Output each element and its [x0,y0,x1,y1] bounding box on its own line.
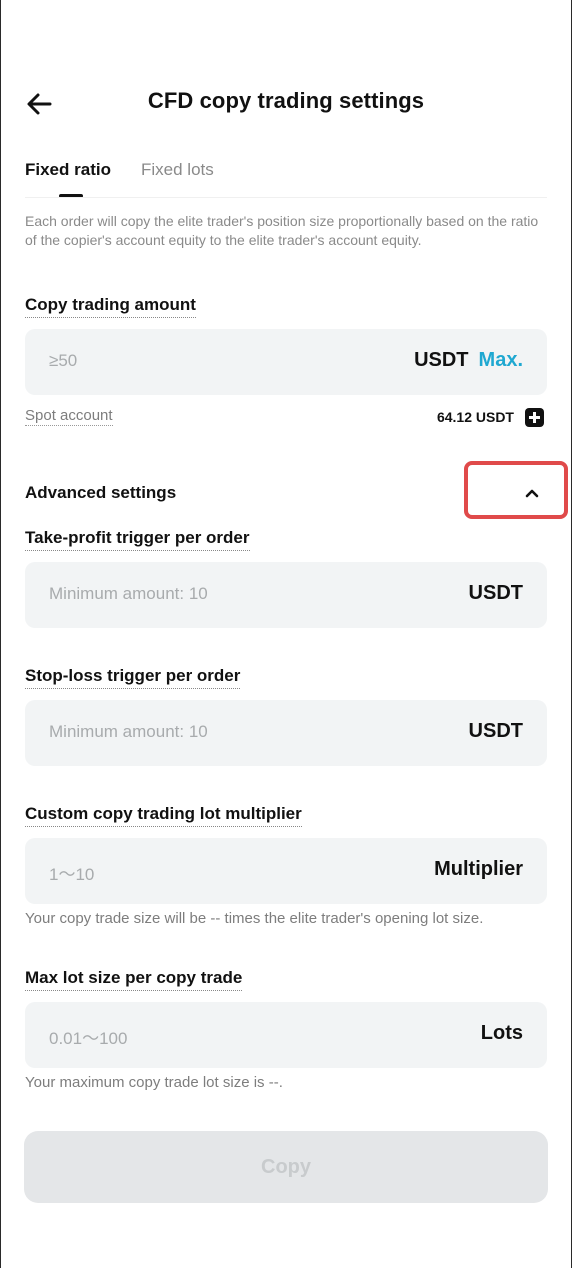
page-title: CFD copy trading settings [147,88,425,113]
copy-amount-unit-group: USDT Max. [414,349,523,372]
add-funds-plus-icon[interactable] [525,408,544,427]
lot-multiplier-label[interactable]: Custom copy trading lot multiplier [25,804,302,827]
lot-multiplier-placeholder: 1～10 [49,865,95,884]
take-profit-placeholder: Minimum amount: 10 [49,584,208,603]
take-profit-label[interactable]: Take-profit trigger per order [25,528,250,551]
header: CFD copy trading settings [0,78,572,130]
advanced-settings-label: Advanced settings [25,483,177,502]
max-button[interactable]: Max. [479,349,523,371]
stop-loss-label[interactable]: Stop-loss trigger per order [25,666,241,689]
stop-loss-input[interactable]: Minimum amount: 10 USDT [25,700,547,766]
lot-multiplier-unit: Multiplier [434,858,523,880]
lot-multiplier-input[interactable]: 1～10 Multiplier [25,838,547,904]
max-lot-unit: Lots [480,1022,523,1044]
spot-account-label[interactable]: Spot account [25,407,113,426]
copy-amount-input[interactable]: ≥50 USDT Max. [25,329,547,395]
divider [25,197,547,198]
lot-multiplier-hint: Your copy trade size will be -- times th… [25,910,484,927]
copy-amount-placeholder: ≥50 [49,351,78,370]
take-profit-input[interactable]: Minimum amount: 10 USDT [25,562,547,628]
chevron-up-icon [525,489,539,498]
copy-amount-unit: USDT [414,349,469,371]
copy-button[interactable]: Copy [24,1131,548,1203]
tab-fixed-lots[interactable]: Fixed lots [141,160,214,180]
tab-fixed-ratio[interactable]: Fixed ratio [25,160,111,180]
mode-description: Each order will copy the elite trader's … [25,213,539,248]
max-lot-label[interactable]: Max lot size per copy trade [25,968,243,991]
stop-loss-unit: USDT [468,720,523,742]
advanced-settings-toggle[interactable] [464,461,568,519]
spot-account-balance: 64.12 USDT [436,409,514,425]
take-profit-unit: USDT [468,582,523,604]
copy-amount-label[interactable]: Copy trading amount [25,295,196,318]
max-lot-placeholder: 0.01～100 [49,1029,128,1048]
stop-loss-placeholder: Minimum amount: 10 [49,722,208,741]
max-lot-hint: Your maximum copy trade lot size is --. [25,1074,283,1091]
max-lot-input[interactable]: 0.01～100 Lots [25,1002,547,1068]
